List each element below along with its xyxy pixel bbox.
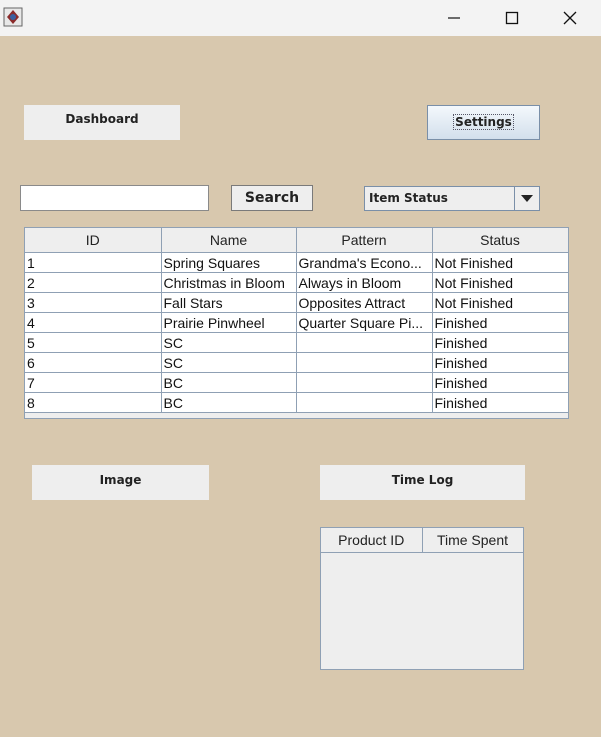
column-header-pattern[interactable]: Pattern [296, 228, 433, 253]
search-input[interactable] [20, 185, 209, 211]
cell-id[interactable]: 1 [25, 252, 162, 273]
table-row[interactable]: 3 Fall Stars Opposites Attract Not Finis… [25, 292, 569, 313]
column-header-product-id[interactable]: Product ID [321, 528, 423, 553]
cell-name[interactable]: Christmas in Bloom [161, 272, 297, 293]
cell-status[interactable]: Not Finished [432, 252, 569, 273]
cell-status[interactable]: Finished [432, 372, 569, 393]
cell-pattern[interactable]: Always in Bloom [296, 272, 433, 293]
item-status-dropdown[interactable]: Item Status [364, 186, 540, 211]
minimize-icon [448, 17, 460, 19]
image-button[interactable]: Image [32, 465, 209, 500]
column-header-id[interactable]: ID [25, 228, 162, 253]
dashboard-button[interactable]: Dashboard [24, 105, 180, 140]
cell-pattern[interactable]: Grandma's Econo... [296, 252, 433, 273]
cell-id[interactable]: 7 [25, 372, 162, 393]
cell-pattern[interactable]: Quarter Square Pi... [296, 312, 433, 333]
cell-status[interactable]: Finished [432, 392, 569, 413]
cell-status[interactable]: Finished [432, 332, 569, 353]
cell-pattern[interactable] [296, 352, 433, 373]
cell-status[interactable]: Finished [432, 352, 569, 373]
cell-name[interactable]: SC [161, 332, 297, 353]
item-status-selected: Item Status [369, 191, 448, 205]
table-row[interactable]: 6 SC Finished [25, 352, 569, 373]
dropdown-arrow-button[interactable] [514, 187, 539, 210]
cell-name[interactable]: BC [161, 392, 297, 413]
table-row[interactable]: 2 Christmas in Bloom Always in Bloom Not… [25, 272, 569, 293]
settings-button-label: Settings [453, 114, 514, 130]
cell-name[interactable]: Prairie Pinwheel [161, 312, 297, 333]
cell-pattern[interactable] [296, 332, 433, 353]
column-header-status[interactable]: Status [432, 228, 569, 253]
table-row[interactable]: 7 BC Finished [25, 372, 569, 393]
time-log-button[interactable]: Time Log [320, 465, 525, 500]
close-button[interactable] [547, 0, 593, 36]
time-log-table[interactable]: Product ID Time Spent [320, 527, 524, 670]
search-button[interactable]: Search [231, 185, 313, 211]
close-icon [563, 11, 577, 25]
cell-id[interactable]: 6 [25, 352, 162, 373]
column-header-time-spent[interactable]: Time Spent [422, 528, 524, 553]
chevron-down-icon [521, 195, 533, 202]
cell-name[interactable]: BC [161, 372, 297, 393]
items-table[interactable]: ID Name Pattern Status 1 Spring Squares … [24, 227, 569, 419]
cell-name[interactable]: Fall Stars [161, 292, 297, 313]
cell-status[interactable]: Finished [432, 312, 569, 333]
cell-name[interactable]: Spring Squares [161, 252, 297, 273]
settings-button[interactable]: Settings [427, 105, 540, 140]
column-header-name[interactable]: Name [161, 228, 297, 253]
minimize-button[interactable] [431, 0, 477, 36]
maximize-button[interactable] [489, 0, 535, 36]
table-row[interactable]: 4 Prairie Pinwheel Quarter Square Pi... … [25, 312, 569, 333]
cell-pattern[interactable] [296, 372, 433, 393]
cell-pattern[interactable]: Opposites Attract [296, 292, 433, 313]
table-row[interactable]: 1 Spring Squares Grandma's Econo... Not … [25, 252, 569, 273]
cell-id[interactable]: 2 [25, 272, 162, 293]
cell-id[interactable]: 8 [25, 392, 162, 413]
table-header-row: Product ID Time Spent [321, 528, 524, 553]
cell-id[interactable]: 3 [25, 292, 162, 313]
cell-name[interactable]: SC [161, 352, 297, 373]
maximize-icon [505, 11, 519, 25]
table-row[interactable]: 8 BC Finished [25, 392, 569, 413]
cell-status[interactable]: Not Finished [432, 292, 569, 313]
cell-id[interactable]: 4 [25, 312, 162, 333]
table-row[interactable]: 5 SC Finished [25, 332, 569, 353]
title-bar [0, 0, 601, 36]
table-header-row: ID Name Pattern Status [25, 228, 569, 253]
cell-status[interactable]: Not Finished [432, 272, 569, 293]
cell-id[interactable]: 5 [25, 332, 162, 353]
java-app-icon[interactable] [3, 7, 23, 27]
cell-pattern[interactable] [296, 392, 433, 413]
